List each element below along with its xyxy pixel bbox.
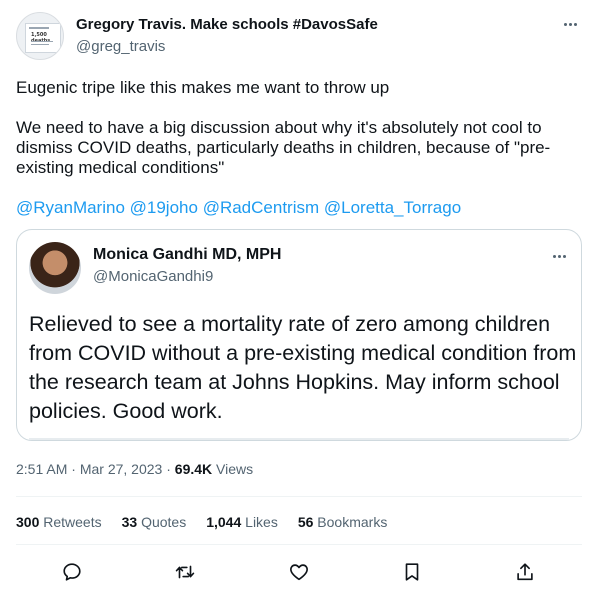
reply-button[interactable] [58, 558, 86, 586]
quoted-more-options-button[interactable] [547, 248, 571, 264]
more-icon [568, 22, 572, 26]
stat-label: Likes [241, 514, 278, 530]
stat-label: Retweets [39, 514, 102, 530]
author-handle[interactable]: @greg_travis [76, 38, 165, 55]
retweet-icon [175, 565, 195, 579]
more-icon [573, 22, 577, 26]
stat-likes[interactable]: 1,044 Likes [206, 514, 278, 530]
tweet-text-line1: Eugenic tripe like this makes me want to… [16, 78, 390, 97]
avatar-caption: 1,500 deaths [31, 32, 50, 44]
more-icon [562, 254, 566, 258]
bookmark-button[interactable] [398, 558, 426, 586]
avatar-line [29, 27, 49, 29]
quoted-author-handle[interactable]: @MonicaGandhi9 [93, 268, 213, 285]
tweet-time[interactable]: 2:51 AM [16, 461, 67, 477]
reply-icon [63, 563, 81, 581]
views-count: 69.4K [174, 461, 213, 477]
meta-separator: · [67, 461, 80, 477]
stat-label: Bookmarks [313, 514, 388, 530]
stat-count: 300 [16, 514, 40, 530]
author-name[interactable]: Gregory Travis. Make schools #DavosSafe [76, 16, 378, 33]
stat-label: Quotes [137, 514, 187, 530]
mentions: @RyanMarino @19joho @RadCentrism @Lorett… [16, 198, 461, 218]
avatar-line [31, 44, 49, 45]
engagement-stats: 300 Retweets 33 Quotes 1,044 Likes 56 Bo… [16, 514, 407, 530]
quoted-tweet-text: Relieved to see a mortality rate of zero… [29, 312, 577, 423]
mention-link[interactable]: @Loretta_Torrago [324, 198, 461, 217]
stat-count: 56 [297, 514, 314, 530]
share-icon [517, 563, 533, 581]
bookmark-icon [405, 563, 419, 581]
like-button[interactable] [285, 558, 313, 586]
author-avatar[interactable]: 1,500 deaths [16, 12, 64, 60]
more-icon [557, 254, 561, 258]
action-bar [16, 558, 582, 586]
stat-count: 33 [121, 514, 138, 530]
stat-retweets[interactable]: 300 Retweets [16, 514, 102, 530]
mention-link[interactable]: @RadCentrism [203, 198, 319, 217]
more-icon [552, 254, 556, 258]
stat-bookmarks[interactable]: 56 Bookmarks [298, 514, 388, 530]
more-options-button[interactable] [558, 14, 582, 34]
quoted-divider [29, 438, 569, 440]
tweet-text-paragraph: We need to have a big discussion about w… [16, 118, 551, 177]
mention-link[interactable]: @RyanMarino [16, 198, 125, 217]
like-icon [290, 564, 308, 581]
avatar-line [31, 41, 53, 42]
meta-separator: · [162, 461, 175, 477]
quoted-author-name[interactable]: Monica Gandhi MD, MPH [93, 246, 281, 264]
divider [16, 544, 582, 545]
divider [16, 496, 582, 497]
retweet-button[interactable] [171, 558, 199, 586]
quoted-tweet[interactable]: Monica Gandhi MD, MPH @MonicaGandhi9 Rel… [16, 229, 582, 441]
tweet-date[interactable]: Mar 27, 2023 [80, 461, 163, 477]
mention-link[interactable]: @19joho [130, 198, 198, 217]
more-icon [563, 22, 567, 26]
tweet-header: 1,500 deaths Gregory Travis. Make school… [16, 12, 582, 64]
stat-quotes[interactable]: 33 Quotes [122, 514, 187, 530]
share-button[interactable] [511, 558, 539, 586]
views-label: Views [212, 461, 254, 477]
quoted-author-avatar[interactable] [29, 242, 81, 294]
tweet-meta: 2:51 AM · Mar 27, 2023 · 69.4K Views [16, 461, 253, 477]
stat-count: 1,044 [206, 514, 242, 530]
